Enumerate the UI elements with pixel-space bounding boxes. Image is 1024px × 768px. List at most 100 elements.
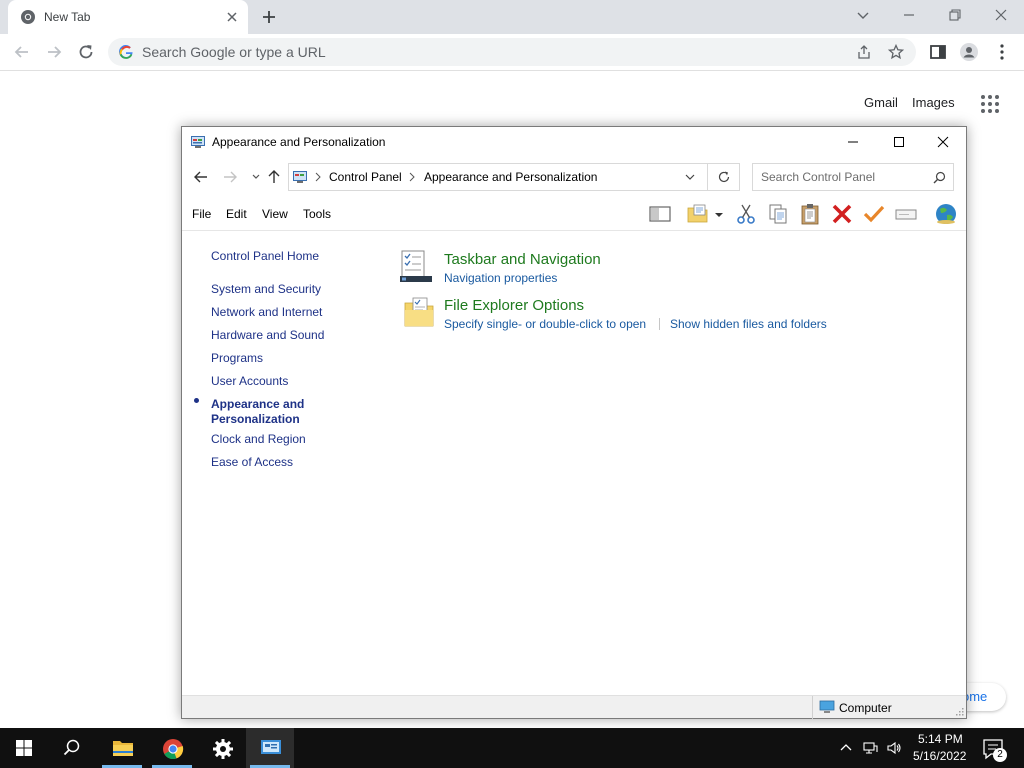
menu-bar: File Edit View Tools bbox=[182, 197, 966, 231]
breadcrumb-control-panel[interactable]: Control Panel bbox=[329, 170, 402, 184]
reload-icon[interactable] bbox=[76, 42, 96, 62]
google-g-icon bbox=[119, 45, 133, 59]
chrome-icon bbox=[163, 739, 184, 760]
tab-new-tab[interactable]: New Tab bbox=[8, 0, 248, 34]
clock-time[interactable]: 5:14 PM bbox=[918, 732, 963, 746]
minimize-icon[interactable] bbox=[900, 6, 918, 24]
up-arrow-icon[interactable] bbox=[266, 169, 282, 185]
sidebar-control-panel-home[interactable]: Control Panel Home bbox=[211, 249, 319, 264]
window-maximize-button[interactable] bbox=[876, 127, 922, 157]
control-panel-icon bbox=[261, 740, 281, 754]
properties-check-icon[interactable] bbox=[862, 202, 886, 226]
computer-icon bbox=[819, 700, 835, 713]
file-explorer-options-icon[interactable] bbox=[402, 295, 438, 331]
address-dropdown-icon[interactable] bbox=[685, 173, 695, 181]
folder-options-icon[interactable] bbox=[686, 202, 710, 226]
search-input[interactable] bbox=[761, 169, 926, 185]
profile-avatar-icon[interactable] bbox=[959, 42, 979, 62]
new-tab-plus-icon[interactable] bbox=[260, 8, 278, 26]
back-arrow-icon[interactable] bbox=[12, 42, 32, 62]
window-title: Appearance and Personalization bbox=[212, 135, 386, 149]
images-link[interactable]: Images bbox=[912, 95, 955, 110]
minimize-icon bbox=[848, 141, 858, 143]
breadcrumb-appearance[interactable]: Appearance and Personalization bbox=[424, 170, 597, 184]
network-icon[interactable] bbox=[862, 740, 878, 756]
resize-grip-icon[interactable] bbox=[954, 706, 964, 716]
window-titlebar[interactable]: Appearance and Personalization bbox=[182, 127, 966, 157]
link-show-hidden-files[interactable]: Show hidden files and folders bbox=[670, 317, 827, 331]
address-bar[interactable]: Control Panel Appearance and Personaliza… bbox=[288, 163, 740, 191]
control-panel-window: Appearance and Personalization Control P… bbox=[181, 126, 967, 719]
taskbar-navigation-icon[interactable] bbox=[398, 249, 434, 285]
task-title-taskbar-navigation[interactable]: Taskbar and Navigation bbox=[444, 251, 601, 268]
sidebar-item-user-accounts[interactable]: User Accounts bbox=[211, 374, 288, 389]
link-navigation-properties[interactable]: Navigation properties bbox=[444, 271, 557, 285]
breadcrumb-chevron-icon[interactable] bbox=[314, 172, 322, 182]
chrome-toolbar bbox=[0, 34, 1024, 71]
sidebar-item-ease-of-access[interactable]: Ease of Access bbox=[211, 455, 293, 470]
taskbar-settings[interactable] bbox=[198, 728, 246, 768]
omnibox[interactable] bbox=[108, 38, 916, 66]
gmail-link[interactable]: Gmail bbox=[864, 95, 898, 110]
recent-locations-chevron-icon[interactable] bbox=[248, 169, 264, 185]
search-control-panel[interactable] bbox=[752, 163, 954, 191]
taskbar-control-panel[interactable] bbox=[246, 728, 294, 768]
taskbar-file-explorer[interactable] bbox=[98, 728, 146, 768]
sidebar-item-clock-region[interactable]: Clock and Region bbox=[211, 432, 306, 447]
tab-title: New Tab bbox=[44, 10, 91, 24]
show-hidden-icons-chevron-icon[interactable] bbox=[838, 740, 854, 756]
chrome-tab-strip: New Tab bbox=[0, 0, 1024, 34]
navigation-bar: Control Panel Appearance and Personaliza… bbox=[182, 157, 966, 197]
refresh-button[interactable] bbox=[707, 164, 739, 190]
menu-edit[interactable]: Edit bbox=[226, 207, 247, 221]
preview-pane-icon[interactable] bbox=[648, 202, 672, 226]
side-panel-icon[interactable] bbox=[928, 42, 948, 62]
sidebar-item-appearance-line1: Appearance and bbox=[211, 397, 305, 411]
menu-view[interactable]: View bbox=[262, 207, 288, 221]
sidebar: Control Panel Home System and Security N… bbox=[182, 231, 382, 691]
sidebar-item-programs[interactable]: Programs bbox=[211, 351, 263, 366]
sidebar-item-system-security[interactable]: System and Security bbox=[211, 282, 321, 297]
sidebar-item-network-internet[interactable]: Network and Internet bbox=[211, 305, 322, 320]
share-icon[interactable] bbox=[856, 44, 872, 60]
search-icon[interactable] bbox=[933, 171, 946, 184]
delete-x-icon[interactable] bbox=[830, 202, 854, 226]
file-explorer-folder-icon bbox=[113, 741, 133, 756]
window-minimize-button[interactable] bbox=[830, 127, 876, 157]
main-content: Taskbar and Navigation Navigation proper… bbox=[392, 231, 962, 691]
breadcrumb-chevron-icon[interactable] bbox=[408, 172, 416, 182]
sidebar-item-hardware-sound[interactable]: Hardware and Sound bbox=[211, 328, 324, 343]
back-arrow-icon[interactable] bbox=[193, 169, 209, 185]
link-single-double-click[interactable]: Specify single- or double-click to open bbox=[444, 317, 646, 331]
rename-icon[interactable] bbox=[894, 202, 918, 226]
search-icon bbox=[63, 739, 80, 756]
forward-arrow-icon[interactable] bbox=[44, 42, 64, 62]
kebab-menu-icon[interactable] bbox=[992, 42, 1012, 62]
omnibox-input[interactable] bbox=[142, 41, 832, 63]
bookmark-star-icon[interactable] bbox=[888, 44, 904, 60]
control-panel-icon bbox=[191, 136, 205, 148]
copy-icon[interactable] bbox=[766, 202, 790, 226]
menu-tools[interactable]: Tools bbox=[303, 207, 331, 221]
internet-globe-icon[interactable] bbox=[934, 202, 958, 226]
volume-speaker-icon[interactable] bbox=[886, 740, 902, 756]
window-close-button[interactable] bbox=[920, 127, 966, 157]
taskbar-chrome[interactable] bbox=[148, 728, 196, 768]
folder-options-dropdown-icon[interactable] bbox=[712, 202, 726, 226]
google-apps-grid-icon[interactable] bbox=[980, 94, 1000, 114]
cut-scissors-icon[interactable] bbox=[734, 202, 758, 226]
taskbar-search-button[interactable] bbox=[48, 728, 96, 768]
start-button[interactable] bbox=[0, 728, 48, 768]
clock-date[interactable]: 5/16/2022 bbox=[913, 749, 966, 763]
menu-file[interactable]: File bbox=[192, 207, 211, 221]
control-panel-icon bbox=[293, 171, 307, 183]
settings-gear-icon bbox=[213, 739, 233, 759]
paste-clipboard-icon[interactable] bbox=[798, 202, 822, 226]
forward-arrow-icon[interactable] bbox=[222, 169, 238, 185]
tab-search-chevron-icon[interactable] bbox=[854, 6, 872, 24]
task-title-file-explorer-options[interactable]: File Explorer Options bbox=[444, 297, 584, 314]
close-tab-icon[interactable] bbox=[224, 9, 240, 25]
close-browser-icon[interactable] bbox=[992, 6, 1010, 24]
restore-icon[interactable] bbox=[946, 6, 964, 24]
close-icon bbox=[937, 136, 949, 148]
